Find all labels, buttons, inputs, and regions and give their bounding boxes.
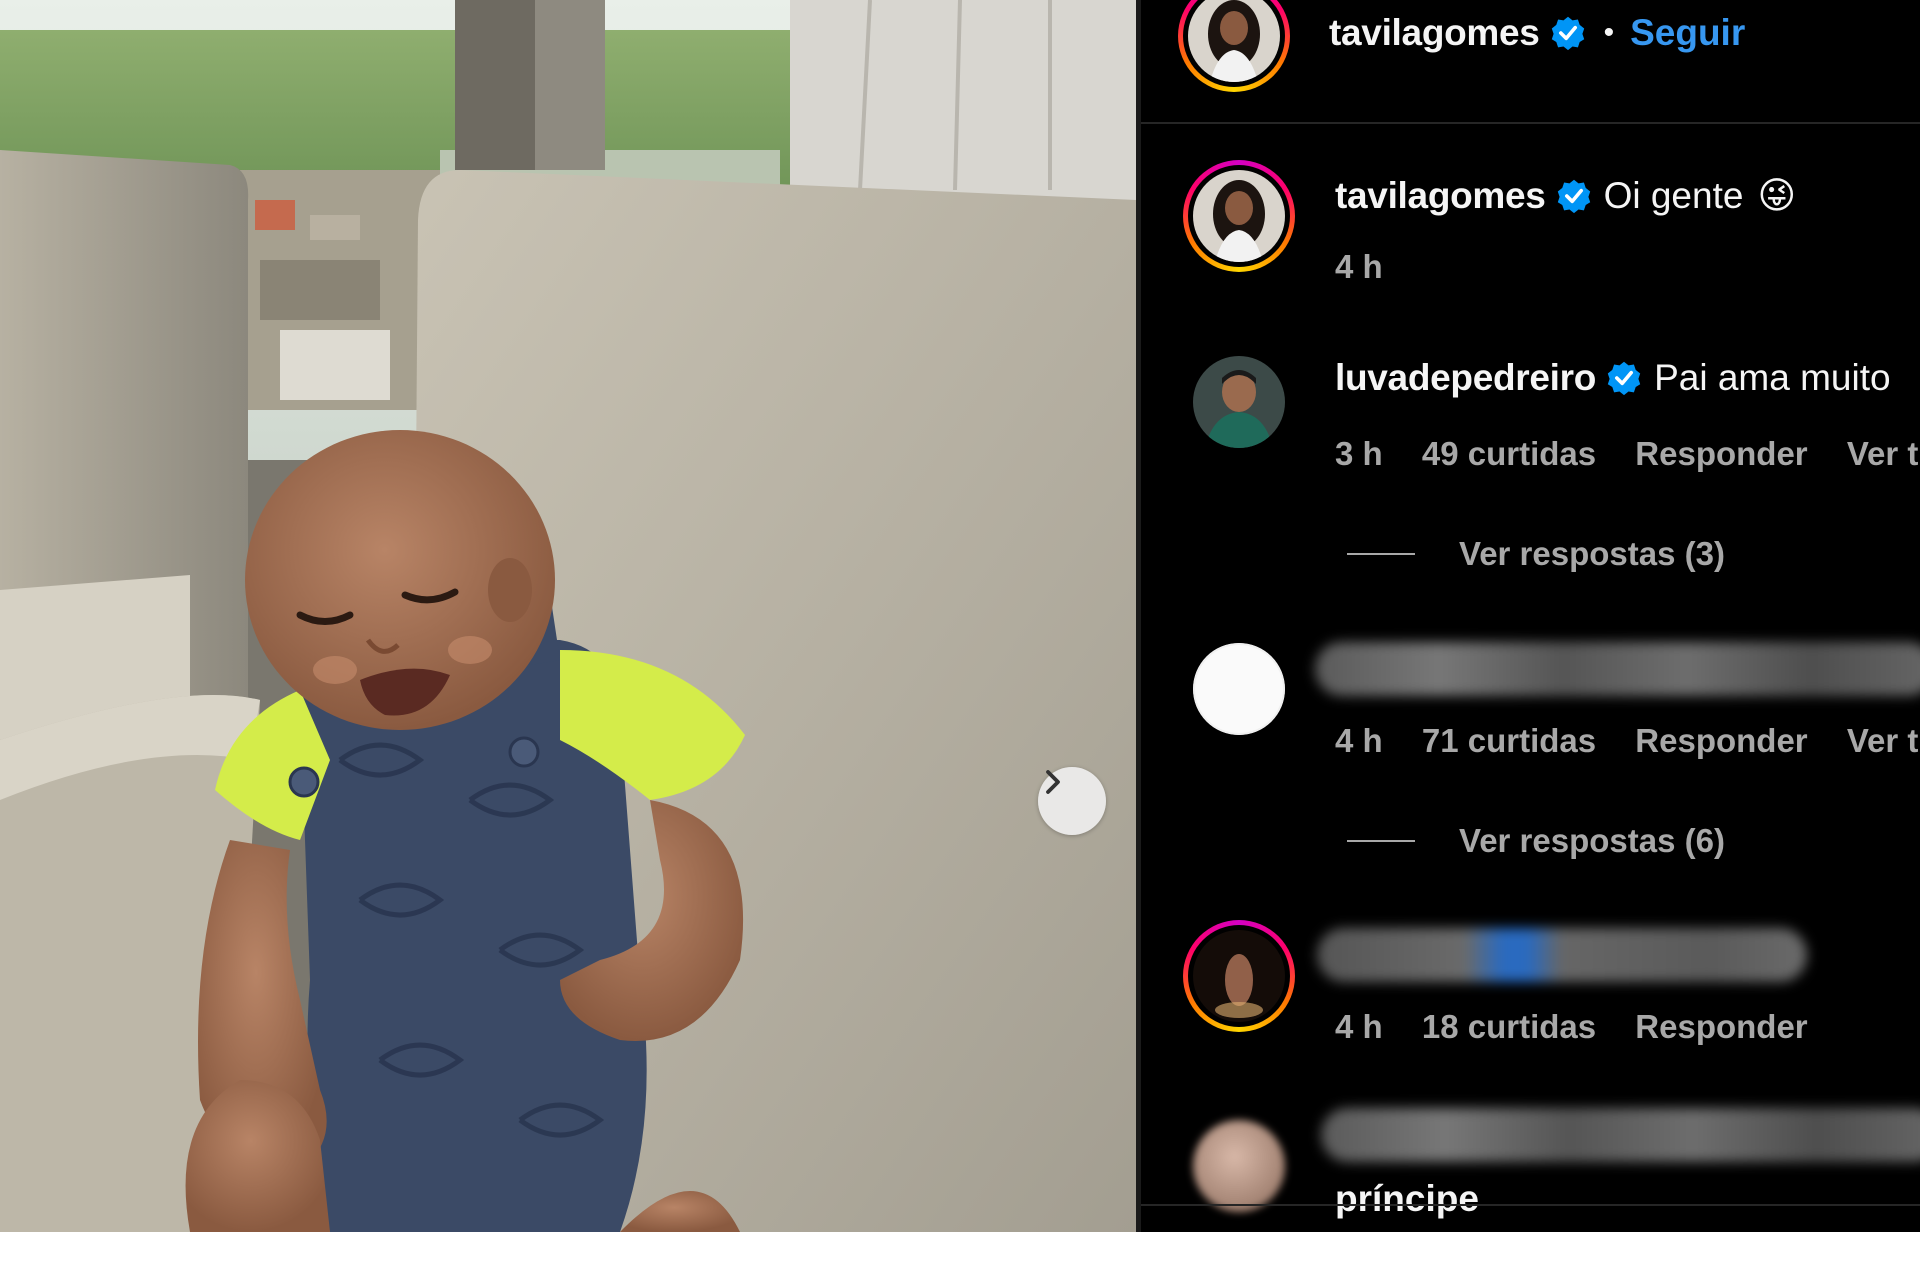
verified-badge-icon [1607,361,1641,396]
view-replies-button-2[interactable]: Ver respostas (6) [1347,822,1725,860]
comment-username[interactable]: luvadepedreiro [1335,357,1596,399]
comment-meta-1: 3 h 49 curtidas Responder Ver tra [1335,435,1920,473]
caption-text: Oi gente [1603,174,1744,216]
comment-likes[interactable]: 71 curtidas [1422,722,1596,759]
reply-button[interactable]: Responder [1635,1008,1807,1045]
chevron-right-icon [1046,770,1060,794]
caption-meta: 4 h [1335,248,1413,286]
verified-badge-icon [1551,16,1584,51]
replies-divider [1347,553,1415,555]
replies-divider [1347,840,1415,842]
view-replies-button-1[interactable]: Ver respostas (3) [1347,535,1725,573]
comment-likes[interactable]: 18 curtidas [1422,1008,1596,1045]
comment-time: 4 h [1335,722,1383,759]
comment-avatar-image [1193,930,1285,1022]
reply-button[interactable]: Responder [1635,435,1807,472]
blurred-comment-text [1321,1108,1920,1162]
baby-photo-illustration [0,0,1136,1232]
view-replies-label: Ver respostas (6) [1459,822,1725,859]
comment-time: 4 h [1335,1008,1383,1045]
comment-avatar-blurred[interactable] [1193,1120,1285,1212]
post-header: tavilagomes • Seguir [1141,0,1920,124]
comment-avatar-default[interactable] [1193,643,1285,735]
header-row: tavilagomes • Seguir [1329,12,1745,54]
reply-button[interactable]: Responder [1635,722,1807,759]
translate-button[interactable]: Ver tra [1847,435,1920,472]
panel-divider [1141,1204,1920,1206]
wink-tongue-emoji-icon: 😜 [1757,175,1797,216]
partial-comment-text: príncipe [1335,1178,1479,1219]
author-avatar[interactable] [1178,0,1290,92]
comment-text: Pai ama muito [1654,357,1891,398]
translate-button[interactable]: Ver tra [1847,722,1920,759]
author-avatar-image [1188,0,1280,82]
post-photo[interactable] [0,0,1136,1232]
header-separator: • [1603,16,1615,49]
comment-likes[interactable]: 49 curtidas [1422,435,1596,472]
next-photo-button[interactable] [1038,767,1106,835]
view-replies-label: Ver respostas (3) [1459,535,1725,572]
comment-meta-2: 4 h 71 curtidas Responder Ver tra [1335,722,1920,760]
comments-panel: tavilagomes • Seguir tavilagomes Oi gent… [1136,0,1920,1232]
follow-button[interactable]: Seguir [1630,12,1745,54]
caption-row: tavilagomes Oi gente 😜 [1335,174,1796,217]
blurred-comment-text [1315,642,1920,696]
blurred-comment-text [1317,928,1807,982]
caption-username[interactable]: tavilagomes [1335,175,1546,217]
caption-avatar[interactable] [1183,160,1295,272]
header-username[interactable]: tavilagomes [1329,12,1540,54]
instagram-post-viewer: tavilagomes • Seguir tavilagomes Oi gent… [0,0,1920,1232]
caption-avatar-image [1193,170,1285,262]
comment-avatar-story[interactable] [1183,920,1295,1032]
comment-avatar-luvadepedreiro[interactable] [1193,356,1285,448]
default-user-icon [1193,643,1285,735]
verified-badge-icon [1557,179,1590,213]
comment-avatar-image [1193,356,1285,448]
comment-time: 3 h [1335,435,1383,472]
comment-row-1: luvadepedreiro Pai ama muito [1335,357,1891,399]
caption-time: 4 h [1335,248,1383,285]
comment-meta-3: 4 h 18 curtidas Responder [1335,1008,1838,1046]
